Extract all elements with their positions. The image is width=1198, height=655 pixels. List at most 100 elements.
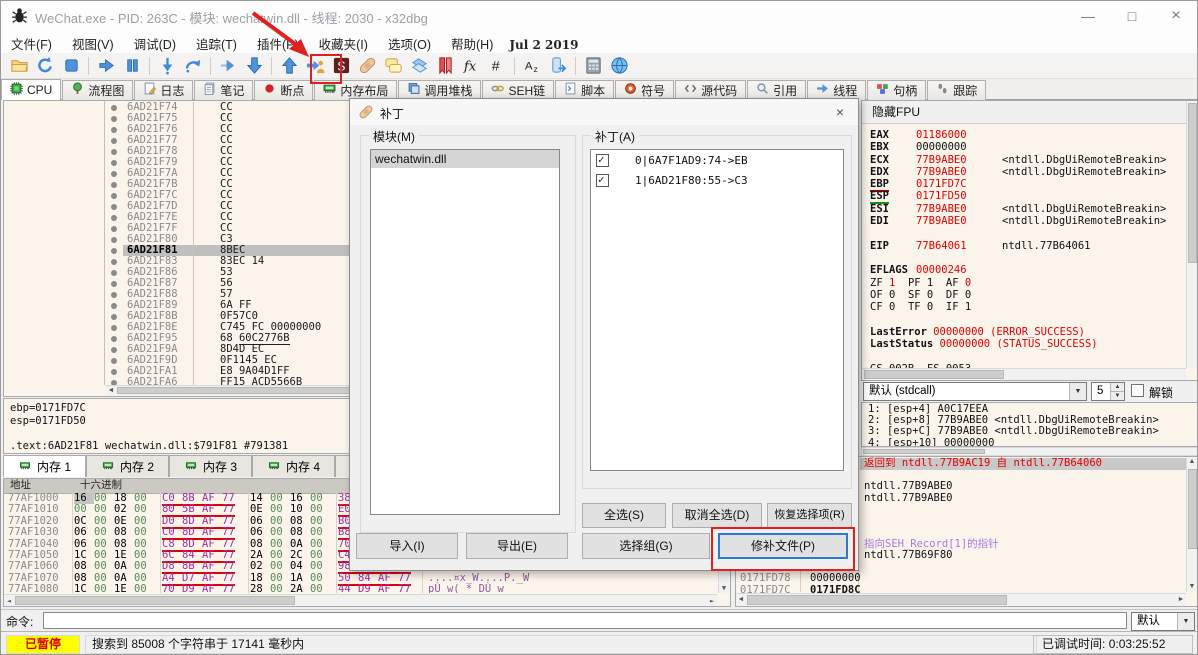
register-row[interactable]: ESI 77B9ABE0 <ntdll.DbgUiRemoteBreakin> bbox=[862, 203, 1186, 215]
tab-threads[interactable]: 线程 bbox=[807, 79, 867, 100]
breakpoint-dot-icon[interactable] bbox=[105, 300, 123, 311]
stack-comment-row[interactable]: ntdll.77B9ABE0 bbox=[860, 492, 1186, 505]
calling-convention-select[interactable]: 默认 (stdcall) ▼ bbox=[863, 382, 1087, 401]
step-over-icon[interactable] bbox=[181, 55, 205, 77]
tab-references[interactable]: 引用 bbox=[747, 79, 807, 100]
dump-hscrollbar[interactable]: ◄ ► bbox=[4, 594, 717, 606]
dump-tab[interactable]: 内存 1 bbox=[3, 455, 87, 477]
registers-hscrollbar[interactable] bbox=[862, 368, 1186, 380]
calculator-icon[interactable] bbox=[581, 55, 605, 77]
scroll-left-icon[interactable]: ◄ bbox=[4, 596, 14, 606]
scroll-right-icon[interactable]: ► bbox=[707, 596, 717, 606]
select-group-button[interactable]: 选择组(G) bbox=[582, 533, 710, 559]
stack-comment-row[interactable]: 返回到 ntdll.77B9AC19 自 ntdll.77B64060 bbox=[860, 457, 1186, 470]
stack-comment-row[interactable] bbox=[860, 527, 1186, 539]
breakpoint-dot-icon[interactable] bbox=[105, 311, 123, 322]
stack-comment-row[interactable]: ntdll.77B69F80 bbox=[860, 549, 1186, 562]
stack-comment-row[interactable] bbox=[860, 516, 1186, 528]
attach-icon[interactable] bbox=[303, 55, 327, 77]
export-button[interactable]: 导出(E) bbox=[466, 533, 568, 559]
register-row[interactable]: LastError 00000000 (ERROR_SUCCESS) bbox=[862, 326, 1186, 338]
scylla-icon[interactable]: S bbox=[329, 55, 353, 77]
tab-symbols[interactable]: 符号 bbox=[615, 79, 675, 100]
breakpoint-dot-icon[interactable] bbox=[105, 179, 123, 190]
register-row[interactable] bbox=[862, 313, 1186, 325]
function-icon[interactable]: fx bbox=[459, 55, 483, 77]
register-row[interactable]: OF 0 SF 0 DF 0 bbox=[862, 289, 1186, 301]
scroll-left-icon[interactable]: ◄ bbox=[736, 595, 746, 605]
patch-list[interactable]: 0|6A7F1AD9:74->EB 1|6AD21F80:55->C3 bbox=[590, 149, 844, 471]
hide-fpu-button[interactable]: 隐藏FPU bbox=[862, 101, 1197, 124]
tab-notes[interactable]: 笔记 bbox=[194, 79, 254, 100]
step-out-icon[interactable] bbox=[277, 55, 301, 77]
breakpoint-dot-icon[interactable] bbox=[105, 212, 123, 223]
breakpoint-dot-icon[interactable] bbox=[105, 190, 123, 201]
breakpoint-dot-icon[interactable] bbox=[105, 146, 123, 157]
registers-vscrollbar[interactable] bbox=[1186, 101, 1197, 368]
maximize-button[interactable]: □ bbox=[1117, 4, 1147, 28]
tab-seh[interactable]: SEH链 bbox=[482, 79, 555, 100]
restore-selection-button[interactable]: 恢复选择项(R) bbox=[767, 503, 852, 528]
breakpoint-dot-icon[interactable] bbox=[105, 124, 123, 135]
arguments-scrollbar[interactable] bbox=[861, 447, 1197, 456]
phone-icon[interactable] bbox=[546, 55, 570, 77]
breakpoint-dot-icon[interactable] bbox=[105, 102, 123, 113]
tab-log[interactable]: 日志 bbox=[134, 79, 194, 100]
register-row[interactable]: LastStatus 00000000 (STATUS_SUCCESS) bbox=[862, 338, 1186, 350]
command-mode-select[interactable]: 默认 ▼ bbox=[1131, 612, 1195, 631]
breakpoint-dot-icon[interactable] bbox=[105, 245, 123, 256]
breakpoint-dot-icon[interactable] bbox=[105, 234, 123, 245]
register-row[interactable]: EDI 77B9ABE0 <ntdll.DbgUiRemoteBreakin> bbox=[862, 215, 1186, 227]
breakpoint-dot-icon[interactable] bbox=[105, 366, 123, 377]
scroll-up-icon[interactable]: ▲ bbox=[1187, 457, 1197, 467]
argument-count-stepper[interactable]: 5 ▲ ▼ bbox=[1091, 382, 1125, 401]
pause-icon[interactable] bbox=[120, 55, 144, 77]
scroll-left-icon[interactable]: ◄ bbox=[106, 386, 116, 396]
register-row[interactable]: EAX 01186000 bbox=[862, 129, 1186, 141]
breakpoint-dot-icon[interactable] bbox=[105, 113, 123, 124]
breakpoint-dot-icon[interactable] bbox=[105, 289, 123, 300]
unlock-checkbox[interactable] bbox=[1131, 384, 1144, 397]
stack-comment-row[interactable] bbox=[860, 573, 1186, 585]
dump-row[interactable]: 77AF1080 1C 00 1E 00 70 D9 AF 77 28 00 2A 00 44 D9 AF 77… bbox=[4, 584, 717, 593]
close-button[interactable]: × bbox=[1161, 4, 1191, 28]
breakpoint-dot-icon[interactable] bbox=[105, 355, 123, 366]
breakpoint-dot-icon[interactable] bbox=[105, 333, 123, 344]
scroll-down-icon[interactable]: ▼ bbox=[1187, 582, 1197, 592]
tab-callstack[interactable]: 调用堆栈 bbox=[398, 79, 482, 100]
tab-trace[interactable]: 跟踪 bbox=[927, 79, 987, 100]
stack-row[interactable]: 0171FD78 00000000 bbox=[740, 573, 861, 584]
tab-source[interactable]: 源代码 bbox=[675, 79, 747, 100]
breakpoint-dot-icon[interactable] bbox=[105, 135, 123, 146]
minimize-button[interactable]: — bbox=[1073, 4, 1103, 28]
scroll-right-icon[interactable]: ► bbox=[1176, 595, 1186, 605]
breakpoint-dot-icon[interactable] bbox=[105, 256, 123, 267]
select-all-button[interactable]: 全选(S) bbox=[582, 503, 666, 528]
registers-pane[interactable]: 隐藏FPU EAX 01186000 EBX 00000000 ECX 77B9ABE0 <… bbox=[861, 100, 1197, 381]
register-row[interactable] bbox=[862, 350, 1186, 362]
dump-tab[interactable]: 内存 3 bbox=[169, 455, 253, 477]
bookmarks-icon[interactable] bbox=[433, 55, 457, 77]
dump-tab[interactable]: 内存 4 bbox=[252, 455, 336, 477]
register-row[interactable]: CF 0 TF 0 IF 1 bbox=[862, 301, 1186, 313]
breakpoint-dot-icon[interactable] bbox=[105, 223, 123, 234]
register-row[interactable]: EBX 00000000 bbox=[862, 141, 1186, 153]
stack-hscrollbar[interactable]: ◄ ► bbox=[736, 593, 1186, 606]
breakpoint-dot-icon[interactable] bbox=[105, 168, 123, 179]
dump-tab[interactable]: 内存 2 bbox=[86, 455, 170, 477]
stack-comment-row[interactable]: ntdll.77B9ABE0 bbox=[860, 480, 1186, 493]
comments-icon[interactable] bbox=[381, 55, 405, 77]
register-row[interactable]: EDX 77B9ABE0 <ntdll.DbgUiRemoteBreakin> bbox=[862, 166, 1186, 178]
stack-vscrollbar[interactable]: ▲ ▼ bbox=[1186, 457, 1197, 592]
register-row[interactable]: EIP 77B64061 ntdll.77B64061 bbox=[862, 240, 1186, 252]
command-input[interactable] bbox=[43, 612, 1127, 629]
tab-memmap[interactable]: 内存布局 bbox=[314, 79, 398, 100]
breakpoint-dot-icon[interactable] bbox=[105, 278, 123, 289]
dump-row[interactable]: 77AF1070 08 00 0A 00 A4 D7 AF 77 18 00 1A 00 50 84 AF 77… bbox=[4, 572, 717, 586]
run-to-icon[interactable] bbox=[216, 55, 240, 77]
tab-handles[interactable]: 句柄 bbox=[867, 79, 927, 100]
tab-cpu[interactable]: CPU bbox=[1, 79, 62, 100]
scroll-down-icon[interactable]: ▼ bbox=[719, 583, 729, 593]
globe-icon[interactable] bbox=[607, 55, 631, 77]
import-button[interactable]: 导入(I) bbox=[356, 533, 458, 559]
